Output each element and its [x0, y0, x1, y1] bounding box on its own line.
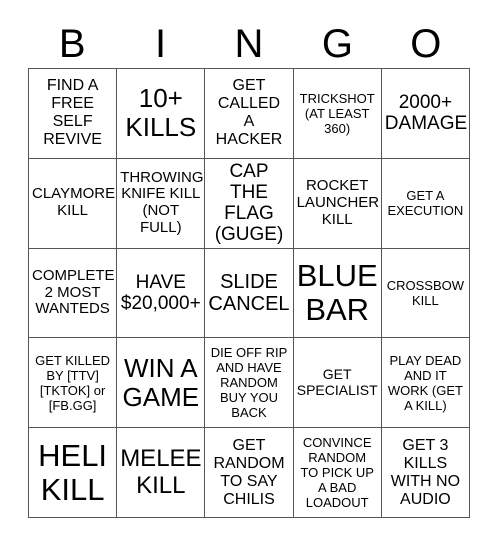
bingo-cell-label: GET A EXECUTION — [387, 188, 464, 219]
bingo-cell[interactable]: CROSSBOW KILL — [381, 248, 470, 339]
bingo-cell[interactable]: BLUE BAR — [293, 248, 382, 339]
bingo-cell[interactable]: DIE OFF RIP AND HAVE RANDOM BUY YOU BACK — [205, 338, 294, 429]
bingo-cell-label: COMPLETE 2 MOST WANTEDS — [32, 266, 115, 318]
bingo-cell[interactable]: CLAYMORE KILL — [29, 158, 118, 249]
bingo-cell-label: GET 3 KILLS WITH NO AUDIO — [390, 436, 461, 508]
bingo-cell[interactable]: ROCKET LAUNCHER KILL — [293, 158, 382, 249]
bingo-cell[interactable]: GET 3 KILLS WITH NO AUDIO — [381, 428, 470, 518]
bingo-cell-label: SLIDE CANCEL — [208, 270, 290, 315]
bingo-card: B I N G O FIND A FREE SELF REVIVE 10+ KIL… — [0, 0, 500, 544]
bingo-cell-label: MELEE KILL — [120, 444, 202, 499]
bingo-cell[interactable]: GET SPECIALIST — [293, 338, 382, 429]
bingo-cell-label: FIND A FREE SELF REVIVE — [43, 77, 102, 149]
bingo-header: B I N G O — [28, 20, 470, 68]
bingo-cell-label: CLAYMORE KILL — [32, 185, 116, 220]
header-letter-g: G — [321, 22, 353, 66]
bingo-grid: FIND A FREE SELF REVIVE 10+ KILLS GET CALL… — [28, 68, 470, 518]
bingo-cell[interactable]: HELI KILL — [29, 428, 118, 518]
bingo-cell-label: GET KILLED BY [TTV] [TKTOK] or [FB.GG] — [35, 352, 111, 413]
bingo-cell-label: GET SPECIALIST — [296, 366, 378, 398]
bingo-cell-label: 2000+ DAMAGE — [384, 92, 468, 135]
bingo-cell[interactable]: 2000+ DAMAGE — [381, 69, 470, 159]
bingo-cell[interactable]: THROWING KNIFE KILL (NOT FULL) — [117, 158, 206, 249]
header-letter-b: B — [58, 22, 86, 66]
bingo-cell-label: TRICKSHOT (AT LEAST 360) — [299, 90, 375, 136]
bingo-cell[interactable]: HAVE $20,000+ — [117, 248, 206, 339]
bingo-cell[interactable]: CAP THE FLAG (GUGE) — [205, 158, 294, 249]
bingo-cell-label: CROSSBOW KILL — [386, 277, 465, 308]
bingo-cell-label: HELI KILL — [38, 437, 108, 507]
bingo-cell-label: CONVINCE RANDOM TO PICK UP A BAD LOADOUT — [300, 435, 374, 511]
bingo-cell-label: GET CALLED A HACKER — [215, 77, 283, 149]
bingo-cell[interactable]: TRICKSHOT (AT LEAST 360) — [293, 69, 382, 159]
bingo-cell[interactable]: SLIDE CANCEL — [205, 248, 294, 339]
bingo-cell[interactable]: MELEE KILL — [117, 428, 206, 518]
bingo-cell-label: DIE OFF RIP AND HAVE RANDOM BUY YOU BACK — [210, 345, 288, 421]
bingo-cell[interactable]: COMPLETE 2 MOST WANTEDS — [29, 248, 118, 339]
bingo-cell-label: THROWING KNIFE KILL (NOT FULL) — [120, 168, 204, 236]
bingo-cell[interactable]: 10+ KILLS — [117, 69, 206, 159]
header-letter-o: O — [410, 22, 442, 66]
bingo-cell-label: CAP THE FLAG (GUGE) — [214, 160, 284, 246]
bingo-cell-label: WIN A GAME — [122, 352, 200, 412]
bingo-cell[interactable]: WIN A GAME — [117, 338, 206, 429]
bingo-cell[interactable]: GET CALLED A HACKER — [205, 69, 294, 159]
bingo-cell[interactable]: GET A EXECUTION — [381, 158, 470, 249]
bingo-cell-label: 10+ KILLS — [125, 83, 197, 143]
bingo-cell-label: BLUE BAR — [296, 257, 378, 327]
bingo-cell-label: GET RANDOM TO SAY CHILIS — [213, 436, 285, 508]
bingo-cell[interactable]: PLAY DEAD AND IT WORK (GET A KILL) — [381, 338, 470, 429]
bingo-cell[interactable]: FIND A FREE SELF REVIVE — [29, 69, 118, 159]
bingo-cell-label: ROCKET LAUNCHER KILL — [296, 177, 380, 228]
bingo-cell[interactable]: GET RANDOM TO SAY CHILIS — [205, 428, 294, 518]
bingo-cell-label: PLAY DEAD AND IT WORK (GET A KILL) — [387, 352, 463, 413]
bingo-cell[interactable]: CONVINCE RANDOM TO PICK UP A BAD LOADOUT — [293, 428, 382, 518]
header-letter-n: N — [234, 22, 264, 66]
bingo-cell[interactable]: GET KILLED BY [TTV] [TKTOK] or [FB.GG] — [29, 338, 118, 429]
header-letter-i: I — [155, 22, 167, 66]
bingo-cell-label: HAVE $20,000+ — [120, 271, 201, 314]
